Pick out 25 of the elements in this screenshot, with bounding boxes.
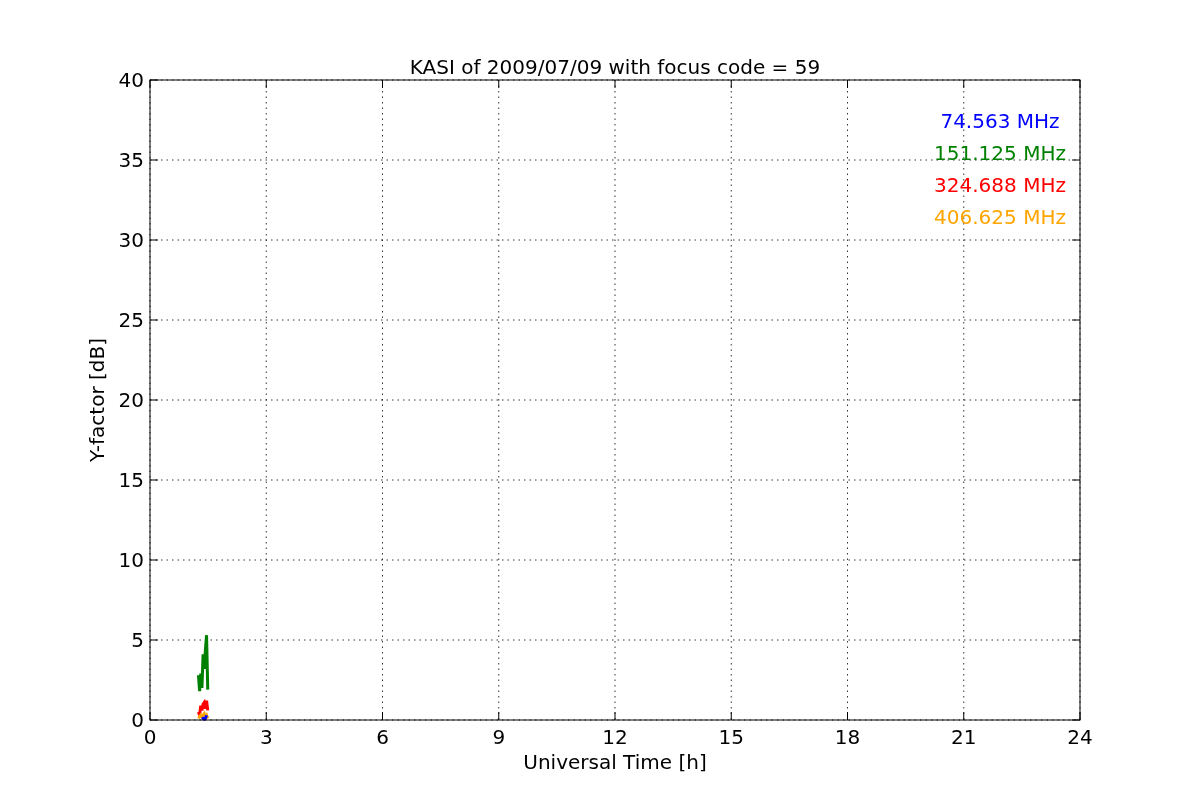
legend-label: 74.563 MHz (940, 109, 1060, 133)
tick-label: 21 (951, 725, 977, 749)
legend-label: 406.625 MHz (934, 205, 1066, 229)
tick-label: 10 (118, 548, 144, 572)
tick-label: 24 (1067, 725, 1093, 749)
chart-title: KASI of 2009/07/09 with focus code = 59 (409, 55, 821, 79)
tick-label: 6 (376, 725, 389, 749)
tick-label: 18 (834, 725, 861, 749)
tick-label: 40 (118, 68, 144, 92)
tick-label: 0 (143, 725, 157, 749)
tick-label: 25 (118, 308, 144, 332)
tick-label: 20 (118, 388, 144, 412)
tick-label: 30 (118, 228, 144, 252)
tick-label: 35 (118, 148, 144, 172)
tick-label: 12 (602, 725, 628, 749)
tick-label: 9 (492, 725, 506, 749)
legend-label: 151.125 MHz (934, 141, 1066, 165)
y-axis-label: Y-factor [dB] (85, 338, 109, 462)
tick-label: 5 (131, 628, 144, 652)
tick-label: 3 (259, 725, 273, 749)
tick-label: 15 (718, 725, 744, 749)
x-axis-label: Universal Time [h] (523, 750, 707, 774)
legend-label: 324.688 MHz (934, 173, 1066, 197)
tick-label: 15 (118, 468, 144, 492)
tick-label: 0 (131, 708, 144, 732)
